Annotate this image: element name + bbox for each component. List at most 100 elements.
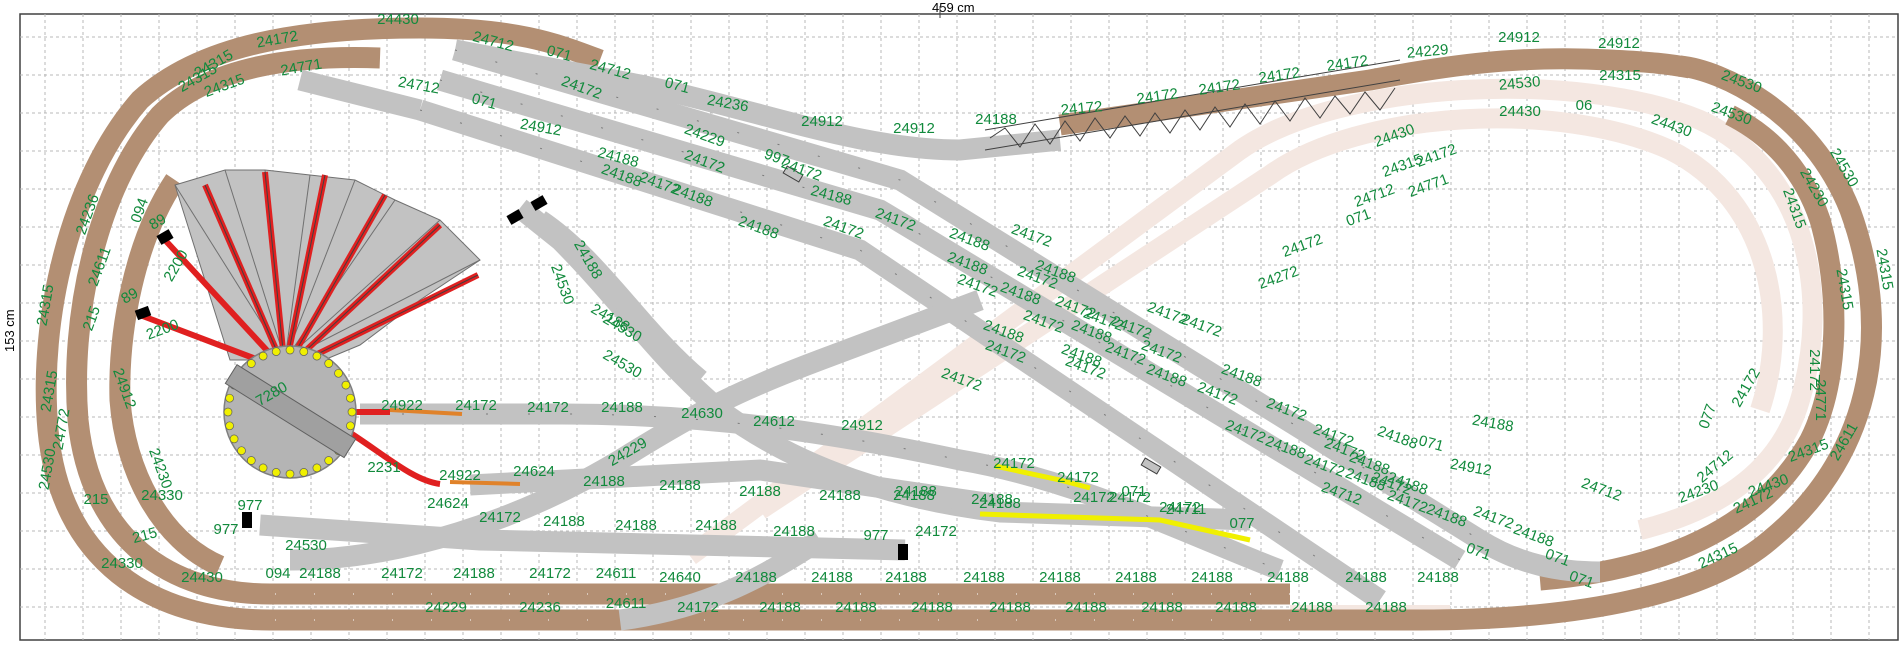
track-part-label: 24188	[735, 569, 777, 586]
track-part-label: 24188	[819, 487, 861, 504]
track-part-label: 24912	[841, 417, 883, 434]
track-part-label: 24922	[439, 467, 481, 484]
track-part-label: 071	[1121, 483, 1146, 500]
track-part-label: 24188	[583, 473, 625, 490]
stall-marker-dot	[271, 468, 281, 477]
track-part-label: 24611	[606, 595, 647, 612]
track-part-label: 24188	[811, 569, 853, 586]
stall-marker-dot	[237, 446, 246, 456]
track-part-label: 24188	[601, 399, 643, 416]
track-part-label: 24172	[455, 397, 497, 414]
track-part-label: 24922	[381, 397, 423, 414]
stall-marker-dot	[312, 351, 322, 361]
track-part-label: 24188	[1191, 569, 1233, 586]
track-part-label: 24188	[975, 111, 1017, 128]
track-part-label: 24188	[615, 517, 657, 534]
track-part-label: 24172	[915, 523, 957, 540]
stall-marker-dot	[346, 421, 355, 431]
track-part-label: 094	[265, 565, 290, 582]
track-part-label: 24912	[1598, 35, 1640, 52]
track-part-label: 24188	[895, 483, 937, 500]
track-part-label: 24612	[753, 413, 795, 430]
track-part-label: 2231	[367, 459, 400, 476]
stall-marker-dot	[346, 393, 355, 403]
track-part-label: 24172	[381, 565, 423, 582]
track-part-label: 24624	[427, 495, 469, 512]
track-part-label: 24330	[141, 487, 183, 504]
track-part-label: 24188	[1215, 599, 1257, 616]
track-part-label: 24711	[1166, 501, 1207, 518]
track-part-label: 24430	[1499, 103, 1541, 120]
track-part-label: 24188	[1417, 569, 1459, 586]
track-part-label: 24912	[893, 120, 935, 137]
stall-marker-dot	[324, 359, 334, 368]
track-part-label: 077	[1229, 515, 1254, 532]
track-part-label: 24188	[695, 517, 737, 534]
stall-marker-dot	[299, 347, 309, 356]
track-part-label: 24912	[1498, 29, 1540, 46]
track-part-label: 24188	[1065, 599, 1107, 616]
track-part-label: 24530	[1498, 73, 1541, 94]
track-part-label: 24172	[479, 509, 521, 526]
track-part-label: 06	[1576, 97, 1593, 114]
track-part-label: 977	[863, 527, 888, 544]
bumper-icon	[898, 544, 908, 560]
track-part-label: 24229	[425, 599, 467, 616]
track-part-label: 24188	[543, 513, 585, 530]
track-part-label: 24172	[527, 399, 569, 416]
track-part-label: 24330	[101, 555, 143, 572]
stall-marker-dot	[341, 380, 351, 390]
track-part-label: 24188	[911, 599, 953, 616]
turntable[interactable]	[223, 345, 357, 479]
track-part-label: 24188	[1365, 599, 1407, 616]
track-part-label: 24188	[1267, 569, 1309, 586]
stall-marker-dot	[246, 359, 256, 368]
track-part-label: 24315	[1599, 67, 1641, 84]
stall-marker-dot	[258, 463, 268, 473]
track-part-label: 24188	[1115, 569, 1157, 586]
track-part-label: 24172	[529, 565, 571, 582]
stall-marker-dot	[246, 456, 256, 465]
stall-marker-dot	[229, 434, 239, 444]
track-part-label: 24430	[377, 11, 419, 28]
track-part-label: 24188	[1039, 569, 1081, 586]
track-part-label: 24912	[801, 113, 843, 130]
stall-marker-dot	[334, 368, 343, 378]
track-part-label: 24530	[285, 537, 327, 554]
stall-marker-dot	[324, 456, 334, 465]
track-plan[interactable]: 2443024712 071247120712423624912 249122418…	[0, 0, 1904, 649]
track-part-label: 215	[83, 491, 108, 508]
track-part-label: 24188	[773, 523, 815, 540]
track-part-label: 24188	[835, 599, 877, 616]
track-part-label: 24430	[181, 569, 223, 586]
stall-marker-dot	[299, 468, 309, 477]
track-part-label: 24172	[677, 599, 719, 616]
stall-marker-dot	[225, 393, 234, 403]
track-part-label: 24172	[1060, 98, 1103, 119]
track-part-label: 24172	[1057, 469, 1099, 486]
track-part-label: 24188	[453, 565, 495, 582]
track-part-label: 24188	[979, 495, 1021, 512]
stall-marker-dot	[271, 347, 281, 356]
track-part-label: 24640	[659, 569, 701, 586]
stall-marker-dot	[258, 351, 268, 361]
track-part-label: 24188	[739, 483, 781, 500]
track-part-label: 24172	[1073, 489, 1115, 506]
track-part-label: 24771	[1812, 379, 1829, 421]
track-part-label: 24188	[659, 477, 701, 494]
bumper-icon	[242, 512, 252, 528]
track-part-label: 24611	[596, 565, 637, 582]
track-part-label: 977	[237, 497, 262, 514]
track-part-label: 24236	[519, 599, 561, 616]
track-part-label: 24630	[681, 405, 723, 422]
track-part-label: 24188	[1141, 599, 1183, 616]
track-part-label: 24188	[1291, 599, 1333, 616]
track-part-label: 24188	[989, 599, 1031, 616]
track-part-label: 24172	[993, 455, 1035, 472]
track-part-label: 24229	[1406, 41, 1449, 62]
track-part-label: 24188	[299, 565, 341, 582]
track-part-label: 24188	[1345, 569, 1387, 586]
track-part-label: 24188	[759, 599, 801, 616]
stall-marker-dot	[347, 407, 357, 417]
stall-marker-dot	[285, 469, 295, 479]
